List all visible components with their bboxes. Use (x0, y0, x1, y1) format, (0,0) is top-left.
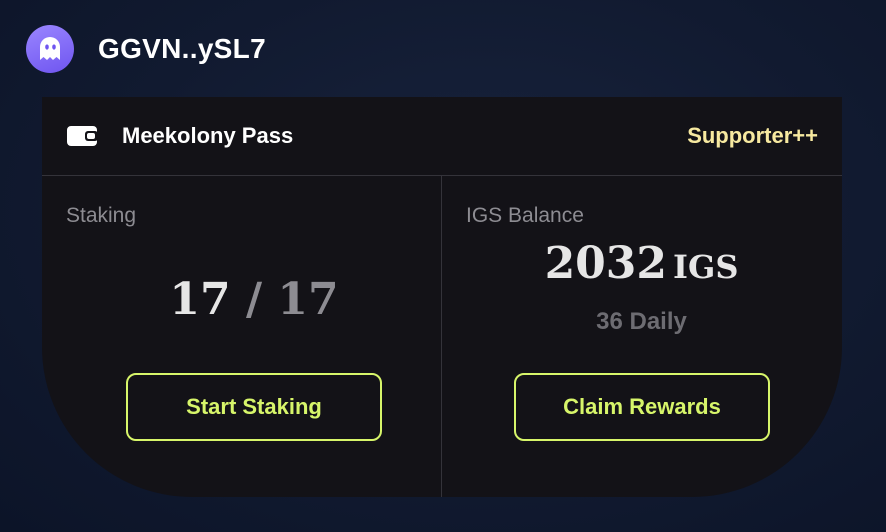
staking-separator: / (245, 274, 263, 325)
balance-amount: 2032 IGS (442, 238, 841, 289)
balance-number: 2032 (544, 238, 668, 289)
claim-rewards-button[interactable]: Claim Rewards (514, 373, 770, 441)
wallet-header: GGVN..ySL7 (26, 25, 266, 73)
wallet-icon (67, 126, 98, 146)
pass-panels: Staking 17 / 17 IGS Balance 2032 IGS 36 D… (42, 176, 842, 497)
daily-rate: 36 Daily (442, 308, 841, 336)
staking-count: 17 / 17 (42, 274, 466, 325)
ghost-icon[interactable] (26, 25, 74, 73)
tier-badge: Supporter++ (687, 123, 818, 148)
balance-panel: IGS Balance 2032 IGS 36 Daily (442, 176, 841, 497)
staking-label: Staking (66, 204, 137, 227)
pass-title: Meekolony Pass (122, 123, 294, 148)
staked-count: 17 (169, 274, 231, 325)
daily-label: Daily (629, 308, 687, 335)
pass-card-header: Meekolony Pass Supporter++ (42, 97, 842, 176)
wallet-address[interactable]: GGVN..ySL7 (98, 33, 266, 65)
daily-amount: 36 (596, 308, 623, 335)
balance-label: IGS Balance (466, 204, 584, 227)
total-count: 17 (277, 274, 339, 325)
staking-panel: Staking 17 / 17 (42, 176, 441, 497)
balance-unit: IGS (673, 248, 739, 286)
start-staking-button[interactable]: Start Staking (126, 373, 382, 441)
